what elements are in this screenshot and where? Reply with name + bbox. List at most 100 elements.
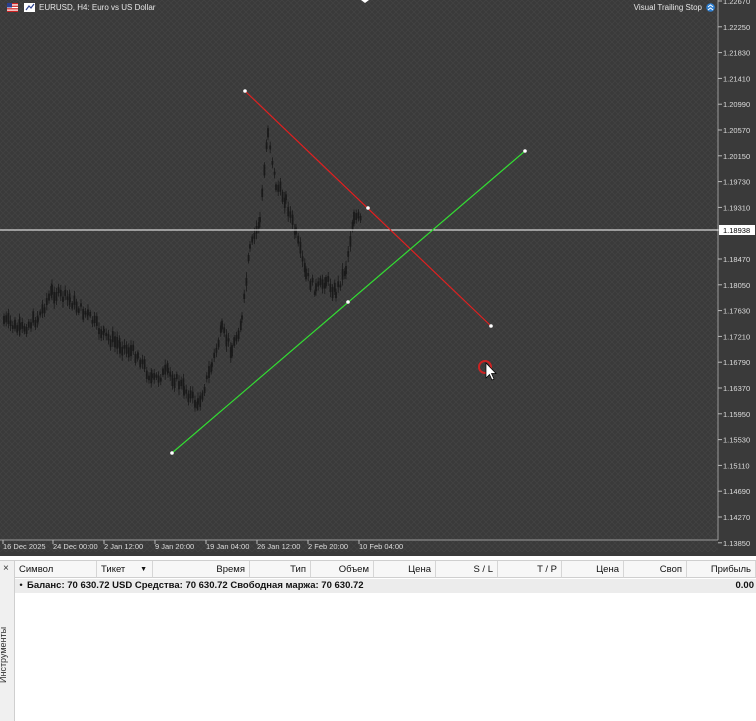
candle-body bbox=[32, 311, 35, 323]
candle-body bbox=[39, 311, 42, 316]
column-header[interactable]: Цена bbox=[562, 561, 624, 578]
expert-advisor-icon[interactable] bbox=[705, 3, 716, 12]
candle-body bbox=[45, 298, 48, 306]
candle-body bbox=[311, 277, 314, 283]
candle-body bbox=[119, 342, 121, 354]
resistance-anchor-mid[interactable] bbox=[366, 206, 370, 210]
candle-body bbox=[9, 320, 12, 327]
price-label: 1.19310 bbox=[723, 203, 750, 212]
chart-area[interactable]: 1.22670 1.22250 1.21830 1.21410 1.20990 1.205… bbox=[0, 0, 756, 556]
price-label: 1.20570 bbox=[723, 126, 750, 135]
candle-body bbox=[327, 275, 330, 282]
candle-body bbox=[53, 291, 56, 304]
candle-body bbox=[185, 389, 188, 394]
candle-body bbox=[299, 241, 302, 254]
chart-window-icon bbox=[24, 3, 35, 12]
column-header[interactable]: Время bbox=[153, 561, 250, 578]
candle-body bbox=[19, 322, 21, 330]
price-label: 1.14690 bbox=[723, 487, 750, 496]
candle-body bbox=[127, 347, 130, 358]
candle-body bbox=[3, 315, 5, 324]
balance-summary: Баланс: 70 630.72 USD Средства: 70 630.7… bbox=[27, 580, 364, 591]
support-anchor-start[interactable] bbox=[170, 451, 174, 455]
column-header[interactable]: Тикет ▼ bbox=[97, 561, 153, 578]
price-label: 1.18470 bbox=[723, 255, 750, 264]
price-label: 1.14270 bbox=[723, 513, 750, 522]
candle-body bbox=[217, 339, 220, 348]
candle-body bbox=[132, 344, 135, 352]
candle-body bbox=[205, 375, 208, 380]
price-label: 1.20990 bbox=[723, 100, 750, 109]
candle-body bbox=[173, 377, 176, 389]
candle-body bbox=[317, 281, 320, 287]
candle-body bbox=[231, 345, 233, 357]
candle-body bbox=[111, 331, 114, 343]
candle-body bbox=[203, 386, 206, 394]
support-anchor-mid[interactable] bbox=[346, 300, 350, 304]
column-header[interactable]: Прибыль bbox=[687, 561, 756, 578]
price-label: 1.21830 bbox=[723, 49, 750, 58]
candle-body bbox=[243, 293, 246, 299]
price-label: 1.21410 bbox=[723, 74, 750, 83]
column-header[interactable]: T / P bbox=[498, 561, 562, 578]
candle-body bbox=[341, 269, 344, 280]
candle-body bbox=[307, 273, 310, 277]
time-label: 10 Feb 04:00 bbox=[359, 542, 403, 551]
candle-body bbox=[339, 284, 342, 288]
candle-body bbox=[253, 233, 256, 239]
column-header[interactable]: S / L bbox=[436, 561, 498, 578]
support-anchor-end[interactable] bbox=[523, 149, 527, 153]
candle-body bbox=[269, 145, 272, 150]
candle-body bbox=[11, 325, 14, 329]
sort-arrow-icon[interactable]: ▼ bbox=[140, 561, 147, 578]
candle-body bbox=[305, 268, 307, 280]
candle-body bbox=[337, 281, 340, 288]
candle-body bbox=[187, 393, 190, 403]
candle-body bbox=[89, 311, 92, 317]
candle-body bbox=[347, 251, 350, 257]
candle-body bbox=[98, 328, 100, 335]
candle-body bbox=[309, 280, 312, 290]
price-label: 1.22670 bbox=[723, 0, 750, 6]
time-label: 19 Jan 04:00 bbox=[206, 542, 249, 551]
candle-body bbox=[134, 353, 137, 363]
candle-body bbox=[75, 301, 78, 313]
balance-row[interactable]: • Баланс: 70 630.72 USD Средства: 70 630.… bbox=[15, 579, 756, 593]
candle-body bbox=[69, 297, 71, 302]
candle-body bbox=[59, 289, 62, 297]
candle-body bbox=[145, 370, 148, 379]
candle-body bbox=[66, 296, 69, 301]
candle-body bbox=[105, 332, 108, 337]
candle-body bbox=[71, 303, 74, 309]
candle-body bbox=[355, 213, 358, 221]
candle-body bbox=[191, 391, 194, 399]
candle-body bbox=[345, 266, 347, 275]
price-label: 1.16790 bbox=[723, 358, 750, 367]
candle-body bbox=[116, 336, 119, 349]
candle-body bbox=[335, 291, 337, 299]
column-header[interactable]: Своп bbox=[624, 561, 687, 578]
close-icon[interactable]: × bbox=[3, 563, 9, 574]
candle-body bbox=[30, 322, 32, 329]
time-label: 2 Feb 20:00 bbox=[308, 542, 348, 551]
candle-body bbox=[43, 307, 46, 314]
candle-body bbox=[37, 317, 39, 322]
candle-body bbox=[263, 164, 266, 176]
candle-body bbox=[137, 352, 139, 359]
column-header[interactable]: Цена bbox=[374, 561, 436, 578]
candle-body bbox=[157, 375, 160, 383]
candle-body bbox=[319, 277, 322, 286]
resistance-anchor-end[interactable] bbox=[489, 324, 493, 328]
toolbox-title: Инструменты bbox=[0, 626, 8, 683]
column-header[interactable]: Объем bbox=[311, 561, 374, 578]
time-label: 26 Jan 12:00 bbox=[257, 542, 300, 551]
column-header[interactable]: Символ bbox=[15, 561, 97, 578]
price-chart[interactable]: 1.22670 1.22250 1.21830 1.21410 1.20990 1.205… bbox=[0, 0, 756, 556]
price-label: 1.13850 bbox=[723, 539, 750, 548]
candle-body bbox=[151, 373, 153, 379]
candle-body bbox=[5, 315, 8, 323]
resistance-anchor-start[interactable] bbox=[243, 89, 247, 93]
candle-body bbox=[211, 362, 213, 367]
column-header[interactable]: Тип bbox=[250, 561, 311, 578]
candle-body bbox=[295, 227, 297, 235]
